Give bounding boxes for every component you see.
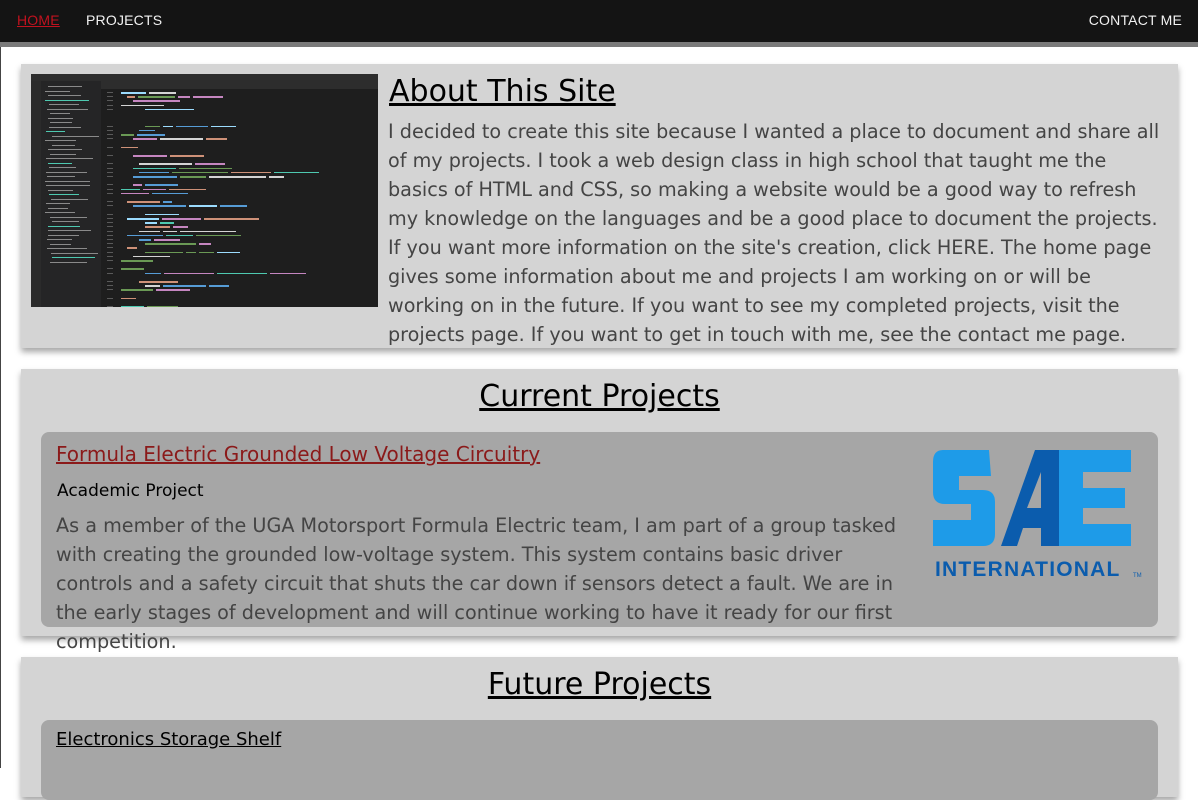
code-editor-screenshot-image <box>31 74 378 307</box>
top-navbar: HOME PROJECTS CONTACT ME <box>0 0 1198 47</box>
current-projects-section: Current Projects Formula Electric Ground… <box>21 369 1178 653</box>
project-type-label: Academic Project <box>57 481 204 501</box>
project-title-link[interactable]: Formula Electric Grounded Low Voltage Ci… <box>56 442 540 466</box>
nav-home-link[interactable]: HOME <box>17 12 60 28</box>
page-edge-divider <box>0 47 1 768</box>
nav-contact-link[interactable]: CONTACT ME <box>1089 12 1182 28</box>
future-projects-title: Future Projects <box>487 667 712 702</box>
future-project-title-link[interactable]: Electronics Storage Shelf <box>56 729 281 751</box>
about-section: About This Site I decided to create this… <box>21 64 1178 348</box>
sae-international-logo: INTERNATIONAL TM <box>933 450 1142 581</box>
future-project-card: Electronics Storage Shelf <box>41 720 1158 800</box>
current-projects-title: Current Projects <box>479 379 720 414</box>
about-description: I decided to create this site because I … <box>388 120 1160 346</box>
about-title: About This Site <box>389 74 616 109</box>
project-card: Formula Electric Grounded Low Voltage Ci… <box>41 432 1158 653</box>
sae-logo-text: INTERNATIONAL <box>935 558 1121 581</box>
project-description: As a member of the UGA Motorsport Formul… <box>56 514 897 653</box>
future-projects-section: Future Projects Electronics Storage Shel… <box>21 657 1178 800</box>
sae-logo-tm: TM <box>1133 573 1142 579</box>
nav-projects-link[interactable]: PROJECTS <box>86 12 162 28</box>
